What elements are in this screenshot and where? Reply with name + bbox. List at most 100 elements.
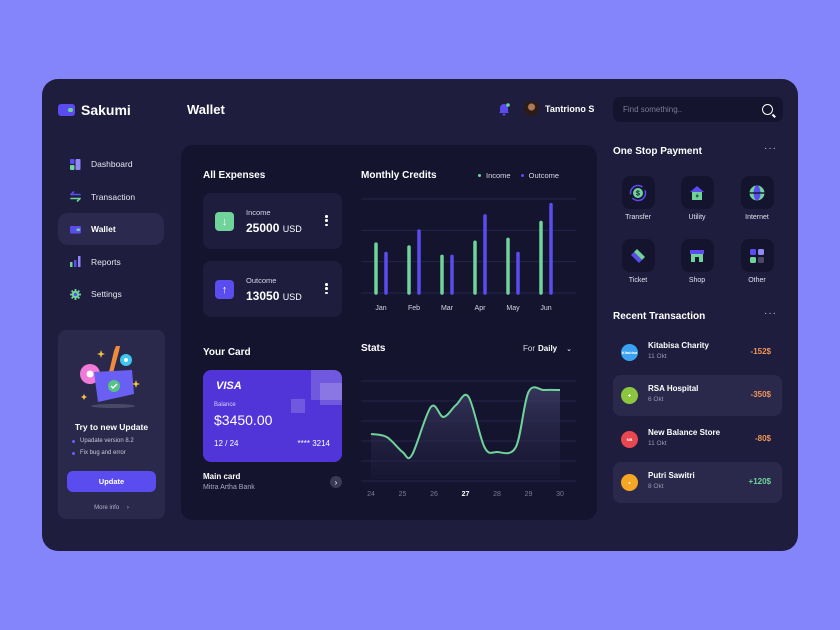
card-bank: Mitra Artha Bank <box>203 484 255 491</box>
arrow-down-icon: ↓ <box>215 212 234 231</box>
more-info-label: More info <box>94 505 120 511</box>
sidebar-item-label: Reports <box>91 256 121 267</box>
card-balance: $3450.00 <box>214 412 273 428</box>
legend-income: Income <box>478 171 511 180</box>
outcome-card[interactable]: ↑ Outcome 13050 USD <box>203 261 342 317</box>
brand[interactable]: Sakumi <box>58 102 131 118</box>
x-tick-label: 25 <box>399 491 407 498</box>
your-card-title: Your Card <box>203 347 251 358</box>
payment-shop[interactable]: Shop <box>672 239 722 284</box>
sidebar-item-label: Dashboard <box>91 159 133 169</box>
payment-label: Shop <box>688 277 706 284</box>
x-tick-label: 30 <box>556 491 564 498</box>
card-decoration <box>320 383 342 405</box>
income-more-icon[interactable] <box>325 215 328 226</box>
transaction-name: RSA Hospital <box>648 384 699 393</box>
transaction-amount: -350$ <box>750 390 771 399</box>
visa-logo: VISA <box>216 380 242 392</box>
payment-label: Other <box>748 277 766 284</box>
svg-text:$: $ <box>636 190 640 197</box>
income-card[interactable]: ↓ Income 25000 USD <box>203 193 342 249</box>
transaction-row[interactable]: ✚ RSA Hospital 6 Okt -350$ <box>613 375 782 416</box>
payment-label: Internet <box>745 214 769 221</box>
stats-filter-dropdown[interactable]: For Daily ⌄ <box>523 344 572 353</box>
transaction-name: New Balance Store <box>648 428 721 437</box>
brand-name: Sakumi <box>81 102 131 118</box>
sidebar-item-dashboard[interactable]: Dashboard <box>58 148 164 180</box>
x-tick-label: Mar <box>441 305 454 312</box>
main-panel: All Expenses ↓ Income 25000 USD ↑ Outcom… <box>181 145 597 520</box>
x-tick-label: 24 <box>367 491 375 498</box>
payment-internet[interactable]: Internet <box>732 176 782 221</box>
search-input[interactable] <box>623 105 762 114</box>
payment-utility[interactable]: Utility <box>672 176 722 221</box>
sidebar-item-wallet[interactable]: Wallet <box>58 213 164 245</box>
income-unit: USD <box>282 224 302 234</box>
card-name: Main card <box>203 472 241 481</box>
income-value: 25000 USD <box>246 221 302 235</box>
update-illustration <box>80 346 140 408</box>
x-tick-label: 27 <box>462 491 470 498</box>
filter-value: Daily <box>538 344 558 353</box>
sidebar-nav: Dashboard Transaction Wallet Reports Set… <box>58 148 164 311</box>
chevron-right-icon: › <box>334 477 338 487</box>
balance-label: Balance <box>214 402 236 408</box>
x-tick-label: Jan <box>375 305 386 312</box>
transaction-row[interactable]: Kitabisa Kitabisa Charity 11 Okt -152$ <box>613 332 782 373</box>
transaction-row[interactable]: ● Putri Sawitri 8 Okt +120$ <box>613 462 782 503</box>
monthly-legend: Income Outcome <box>478 171 559 180</box>
outcome-more-icon[interactable] <box>325 283 328 294</box>
income-label: Income <box>246 208 271 217</box>
sidebar-item-settings[interactable]: Settings <box>58 278 164 310</box>
filter-prefix: For <box>523 344 535 353</box>
merchant-logo-icon: ✚ <box>621 387 638 404</box>
update-button[interactable]: Update <box>67 471 156 492</box>
transaction-name: Kitabisa Charity <box>648 341 709 350</box>
payment-more-icon[interactable]: ··· <box>764 143 777 154</box>
payment-ticket[interactable]: Ticket <box>613 239 663 284</box>
reports-icon <box>70 256 81 267</box>
settings-icon <box>70 288 81 300</box>
user-profile[interactable]: Tantriono S <box>524 101 594 116</box>
chevron-right-icon: › <box>126 505 129 511</box>
app-window: Sakumi Wallet Tantriono S Dashboard Tran… <box>42 79 798 551</box>
card-next-button[interactable]: › <box>330 476 342 488</box>
legend-outcome: Outcome <box>521 171 559 180</box>
merchant-logo-icon: Kitabisa <box>621 344 638 361</box>
transfer-icon: $ <box>621 176 655 209</box>
transaction-amount: -80$ <box>754 434 771 443</box>
x-tick-label: 29 <box>525 491 533 498</box>
payment-other[interactable]: Other <box>732 239 782 284</box>
notification-bell-icon[interactable] <box>497 102 511 116</box>
chevron-down-icon: ⌄ <box>566 345 572 353</box>
payment-title: One Stop Payment <box>613 146 702 157</box>
search-bar <box>613 97 783 122</box>
x-tick-label: 26 <box>430 491 438 498</box>
update-title: Try to new Update <box>74 422 149 432</box>
recent-more-icon[interactable]: ··· <box>764 308 777 319</box>
visa-card[interactable]: VISA Balance $3450.00 12 / 24 **** 3214 <box>203 370 342 462</box>
merchant-logo-icon: ● <box>621 474 638 491</box>
card-number: **** 3214 <box>297 439 330 448</box>
outcome-value: 13050 USD <box>246 289 302 303</box>
monthly-credits-chart: Jan Feb Mar Apr May Jun <box>361 198 576 312</box>
search-icon[interactable] <box>762 104 773 115</box>
sidebar-item-reports[interactable]: Reports <box>58 246 164 278</box>
payment-label: Utility <box>688 214 706 221</box>
page-title: Wallet <box>187 102 225 117</box>
payment-transfer[interactable]: $ Transfer <box>613 176 663 221</box>
transaction-icon <box>70 191 81 202</box>
utility-icon <box>680 176 714 209</box>
transaction-date: 11 Okt <box>648 353 667 360</box>
x-tick-label: May <box>506 305 520 312</box>
sidebar-item-transaction[interactable]: Transaction <box>58 181 164 213</box>
sidebar-item-label: Transaction <box>91 191 136 202</box>
update-card: Try to new Update Upadate version 8.2 Fi… <box>58 330 165 519</box>
income-amount: 25000 <box>246 221 280 235</box>
recent-title: Recent Transaction <box>613 311 706 322</box>
transaction-date: 8 Okt <box>648 483 664 490</box>
x-tick-label: Feb <box>408 305 420 312</box>
transaction-row[interactable]: NB New Balance Store 11 Okt -80$ <box>613 419 782 460</box>
more-info-link[interactable]: More info › <box>58 505 165 511</box>
update-bullet: Fix bug and error <box>72 450 134 456</box>
